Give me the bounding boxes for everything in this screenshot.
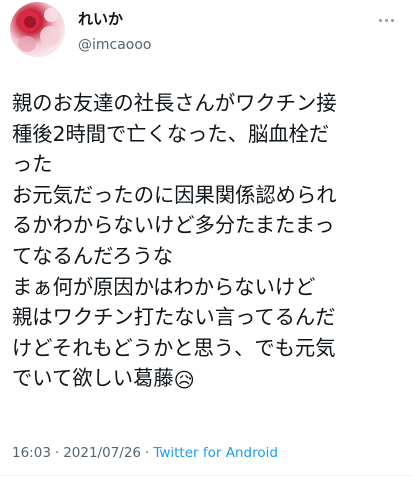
meta-separator: · [145, 445, 150, 461]
tweet-time[interactable]: 16:03 [12, 445, 51, 461]
tweet-line: 種後2時間で亡くなった、脳血栓だ [12, 121, 330, 146]
tweet-header: れいか @imcaooo [0, 0, 412, 68]
tweet-line: るかわからないけど多分たまたまっ [12, 213, 335, 238]
tweet-text: 親のお友達の社長さんがワクチン接 種後2時間で亡くなった、脳血栓だ った お元気… [12, 88, 404, 396]
tweet-line: けどそれもどうかと思う、でも元気 [12, 335, 336, 360]
tweet-line: お元気だったのに因果関係認められ [12, 182, 337, 207]
divider [0, 475, 412, 476]
sad-face-emoji-icon: 😥 [173, 368, 195, 393]
tweet-line: まぁ何が原因かはわからないけど [12, 274, 316, 299]
display-name[interactable]: れいか [78, 10, 123, 28]
user-handle[interactable]: @imcaooo [78, 36, 152, 54]
tweet-date[interactable]: 2021/07/26 [63, 445, 141, 461]
tweet-line: てなるんだろうな [12, 243, 174, 268]
tweet-meta: 16:03 · 2021/07/26 · Twitter for Android [12, 444, 278, 462]
tweet-line-last: でいて欲しい葛藤😥 [12, 363, 404, 396]
tweet-line: 親はワクチン打たない言ってるんだ [12, 305, 336, 330]
more-options-icon[interactable] [374, 10, 398, 30]
tweet-line: 親のお友達の社長さんがワクチン接 [12, 91, 337, 115]
tweet-line-text: でいて欲しい葛藤 [12, 366, 174, 391]
tweet-source-link[interactable]: Twitter for Android [153, 445, 278, 461]
tweet-line: った [12, 152, 53, 177]
meta-separator: · [54, 445, 60, 461]
tweet: れいか @imcaooo 親のお友達の社長さんがワクチン接 種後2時間で亡くなっ… [0, 0, 412, 477]
avatar[interactable] [10, 2, 65, 57]
